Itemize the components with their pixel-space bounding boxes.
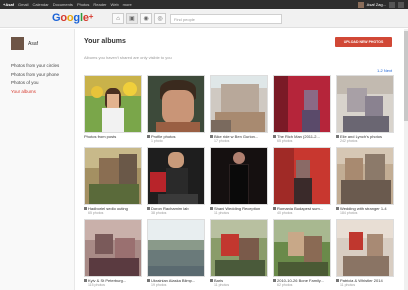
profile-name[interactable]: Asaf [28, 41, 38, 47]
album-count: 19 photos [151, 283, 167, 287]
album-count: 242 photos [340, 139, 358, 143]
nav-link-more[interactable]: more [123, 2, 132, 7]
album-count: 115 photos [88, 283, 106, 287]
album-item[interactable]: Baris 11 photos [210, 219, 268, 287]
album-item[interactable]: The Rich Man (2011-2... 65 photos [273, 75, 331, 143]
album-item[interactable]: Hadboriel sedlo outing 65 photos [84, 147, 142, 215]
album-count: 1 photo [151, 139, 163, 143]
album-thumbnail[interactable] [147, 219, 205, 277]
nav-link-calendar[interactable]: Calendar [32, 2, 48, 7]
sidebar-item-photos-of-you[interactable]: Photos of you [11, 79, 59, 88]
album-item[interactable]: Patricia & Whistler 2014 11 photos [336, 219, 394, 287]
profile[interactable]: Asaf [11, 37, 38, 50]
album-item[interactable]: Shani Wedding Reception 11 photos [210, 147, 268, 215]
main-content: Your albums UPLOAD NEW PHOTOS Albums you… [76, 29, 408, 290]
sidebar-item-your-albums[interactable]: Your albums [11, 88, 59, 97]
sidebar-item-phone[interactable]: Photos from your phone [11, 71, 59, 80]
album-item[interactable]: Profile photos 1 photo [147, 75, 205, 143]
album-count: 40 photos [277, 211, 293, 215]
sidebar: Asaf Photos from your circles Photos fro… [0, 29, 75, 290]
user-name[interactable]: Asaf Zag... [367, 2, 386, 7]
album-thumbnail[interactable] [84, 75, 142, 133]
scrollbar[interactable] [404, 29, 408, 290]
album-title[interactable]: Photos from posts [84, 134, 142, 139]
page-title: Your albums [84, 38, 126, 45]
album-privacy-icon [210, 207, 213, 211]
album-thumbnail[interactable] [147, 75, 205, 133]
notification-icon[interactable] [389, 1, 395, 8]
album-item[interactable]: Bike ride w Ben Gurion... 17 photos [210, 75, 268, 143]
album-item[interactable]: Photos from posts [84, 75, 142, 143]
album-count: 65 photos [88, 211, 104, 215]
nav-link-web[interactable]: Web [111, 2, 119, 7]
album-privacy-icon [84, 207, 87, 211]
nav-link-documents[interactable]: Documents [53, 2, 73, 7]
share-icon[interactable] [398, 1, 404, 8]
album-item[interactable]: Kyiv & St Peterburg... 115 photos [84, 219, 142, 287]
album-thumbnail[interactable] [336, 147, 394, 205]
album-privacy-icon [210, 279, 213, 283]
album-privacy-icon [273, 279, 276, 283]
album-item[interactable]: Romania Budapest sum... 40 photos [273, 147, 331, 215]
search-input[interactable]: Find people [170, 14, 282, 24]
album-item[interactable]: Elle and Lynch's photos 242 photos [336, 75, 394, 143]
album-privacy-icon [336, 207, 339, 211]
nav-link-gmail[interactable]: Gmail [18, 2, 28, 7]
album-privacy-icon [273, 207, 276, 211]
album-thumbnail[interactable] [84, 147, 142, 205]
album-count: 184 photos [340, 211, 358, 215]
upload-photos-button[interactable]: UPLOAD NEW PHOTOS [335, 37, 392, 47]
album-thumbnail[interactable] [273, 147, 331, 205]
album-count: 38 photos [151, 211, 167, 215]
album-privacy-icon [273, 135, 276, 139]
album-thumbnail[interactable] [210, 75, 268, 133]
album-thumbnail[interactable] [84, 219, 142, 277]
sidebar-item-circles[interactable]: Photos from your circles [11, 62, 59, 71]
album-thumbnail[interactable] [147, 147, 205, 205]
album-thumbnail[interactable] [210, 147, 268, 205]
album-item[interactable]: Doron Rachamim lab 38 photos [147, 147, 205, 215]
album-item[interactable]: Wedding with stranger 1-4 184 photos [336, 147, 394, 215]
album-privacy-icon [336, 135, 339, 139]
album-privacy-icon [147, 135, 150, 139]
album-thumbnail[interactable] [336, 75, 394, 133]
account-area[interactable]: Asaf Zag... [357, 0, 404, 9]
home-icon[interactable]: ⌂ [112, 13, 124, 24]
scrollbar-thumb[interactable] [404, 31, 408, 121]
nav-link-reader[interactable]: Reader [93, 2, 106, 7]
album-privacy-icon [147, 207, 150, 211]
album-count: 11 photos [214, 211, 230, 215]
profile-icon[interactable]: ◉ [140, 13, 152, 24]
header: Google+ ⌂ ▣ ◉ ◎ Find people [0, 9, 408, 28]
album-count: 11 photos [340, 283, 356, 287]
album-item[interactable]: Ukrainian Alaska Blimp... 19 photos [147, 219, 205, 287]
album-grid: Photos from posts Profile photos 1 photo… [84, 75, 394, 287]
album-item[interactable]: 2010-10-26 Bone Family... 62 photos [273, 219, 331, 287]
album-thumbnail[interactable] [273, 75, 331, 133]
album-thumbnail[interactable] [210, 219, 268, 277]
google-plus-logo[interactable]: Google+ [52, 12, 93, 24]
subtitle: Albums you haven't shared are only visib… [84, 55, 172, 60]
album-count: 17 photos [214, 139, 230, 143]
album-count: 65 photos [277, 139, 293, 143]
album-privacy-icon [147, 279, 150, 283]
pagination[interactable]: 1-2 Next [377, 68, 392, 73]
album-count: 11 photos [214, 283, 230, 287]
album-count: 62 photos [277, 283, 293, 287]
nav-link-plus[interactable]: +Asaf [3, 2, 14, 7]
album-privacy-icon [210, 135, 213, 139]
album-thumbnail[interactable] [336, 219, 394, 277]
avatar[interactable] [11, 37, 24, 50]
nav-link-photos[interactable]: Photos [77, 2, 89, 7]
album-privacy-icon [84, 279, 87, 283]
album-thumbnail[interactable] [273, 219, 331, 277]
top-navigation-bar: +Asaf Gmail Calendar Documents Photos Re… [0, 0, 408, 9]
user-avatar-icon[interactable] [357, 1, 364, 8]
album-privacy-icon [336, 279, 339, 283]
circles-icon[interactable]: ◎ [154, 13, 166, 24]
photos-icon[interactable]: ▣ [126, 13, 138, 24]
